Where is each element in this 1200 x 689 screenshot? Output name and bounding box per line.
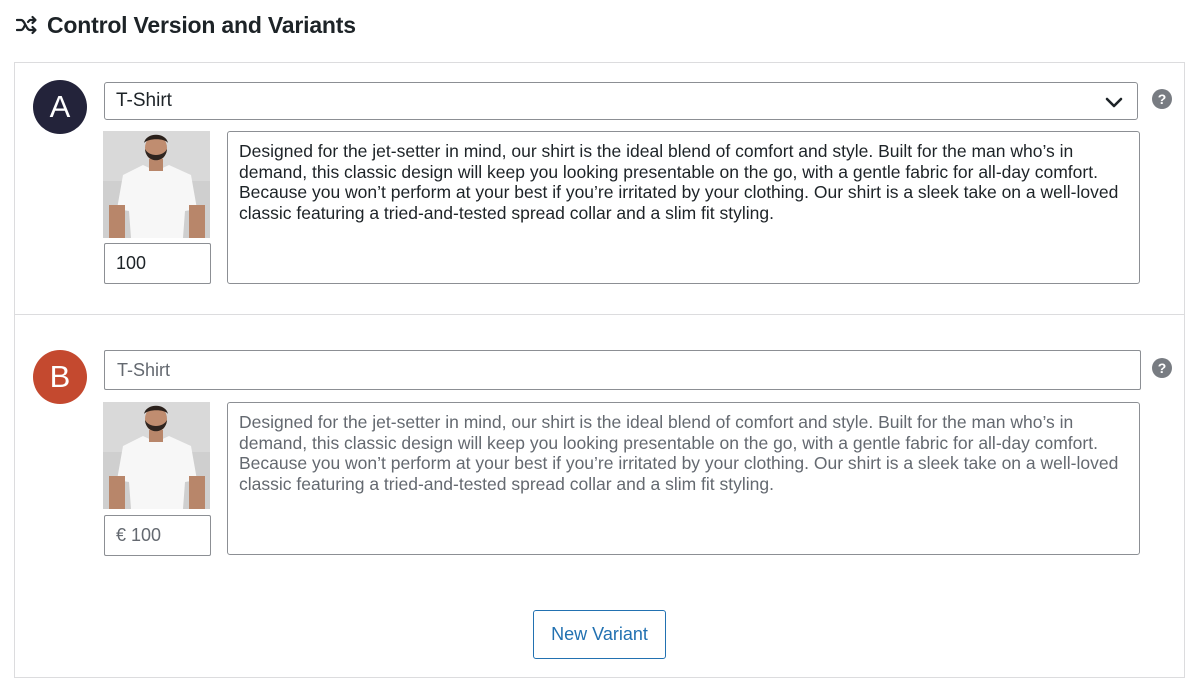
section-title: Control Version and Variants xyxy=(47,11,356,38)
variant-divider xyxy=(15,314,1184,315)
shuffle-icon xyxy=(16,14,38,36)
variant-a-help-icon[interactable]: ? xyxy=(1152,89,1172,109)
variant-a-title-value: T-Shirt xyxy=(116,90,172,111)
section-header: Control Version and Variants xyxy=(16,10,356,40)
variant-a-description-field[interactable]: Designed for the jet-setter in mind, our… xyxy=(227,131,1140,284)
variant-b-badge: B xyxy=(33,350,87,404)
variant-b-help-icon[interactable]: ? xyxy=(1152,358,1172,378)
chevron-down-icon xyxy=(1105,94,1123,108)
variant-b-description-field[interactable]: Designed for the jet-setter in mind, our… xyxy=(227,402,1140,555)
variant-b-title-input[interactable]: T-Shirt xyxy=(104,350,1141,390)
variant-a-product-image[interactable] xyxy=(103,131,210,238)
variant-a-badge: A xyxy=(33,80,87,134)
variant-b-product-image[interactable] xyxy=(103,402,210,509)
new-variant-button[interactable]: New Variant xyxy=(533,610,666,659)
variant-a-price-field[interactable]: 100 xyxy=(104,243,211,284)
variant-b-price-field[interactable]: € 100 xyxy=(104,515,211,556)
variants-panel: A T-Shirt ? 100 Designed for the jet-set… xyxy=(14,62,1185,678)
variant-a-title-select[interactable]: T-Shirt xyxy=(104,82,1138,120)
